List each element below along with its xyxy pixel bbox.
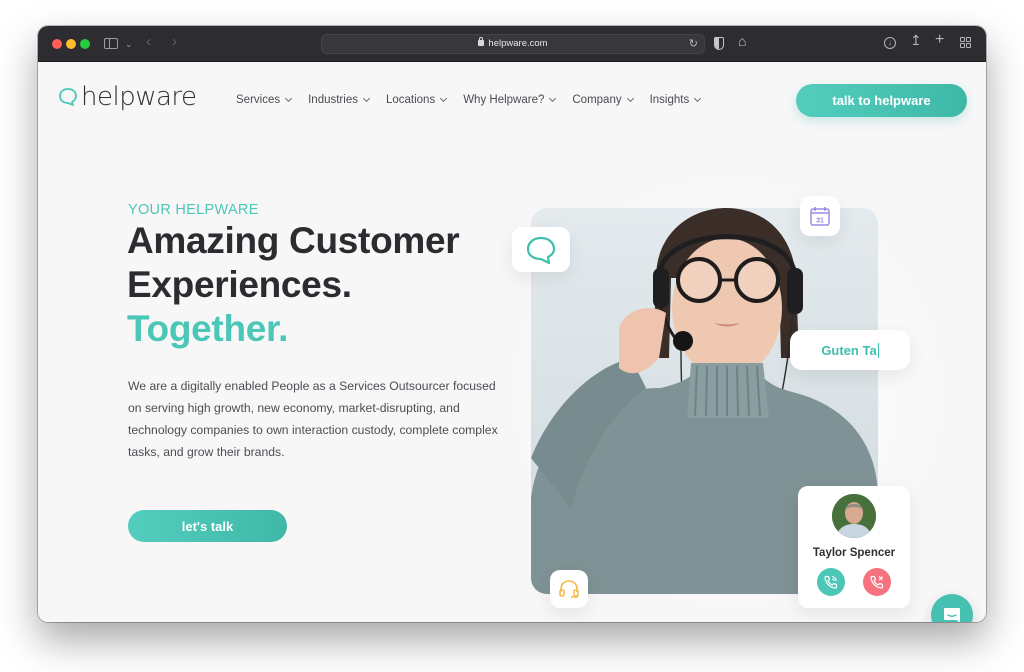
maximize-window-button[interactable] xyxy=(80,39,90,49)
nav-item-services[interactable]: Services xyxy=(236,94,293,106)
phone-ringing-icon xyxy=(824,575,838,589)
logo-text: helpware xyxy=(81,82,197,112)
headset-card xyxy=(550,570,588,608)
phone-decline-icon xyxy=(870,575,884,589)
share-icon[interactable]: ↥ xyxy=(910,33,922,47)
chevron-down-icon xyxy=(440,94,448,103)
new-tab-icon[interactable]: + xyxy=(935,32,944,48)
headset-mic xyxy=(673,331,693,351)
headset-ear-right xyxy=(787,268,803,314)
calendar-icon: 31 xyxy=(810,207,830,226)
talk-to-helpware-button[interactable]: talk to helpware xyxy=(796,84,967,117)
nav-label: Why Helpware? xyxy=(463,94,545,106)
nav-item-industries[interactable]: Industries xyxy=(308,94,371,106)
chevron-down-icon xyxy=(694,94,702,103)
hero-description: We are a digitally enabled People as a S… xyxy=(128,379,498,459)
caller-avatar xyxy=(832,494,876,538)
live-chat-button[interactable] xyxy=(931,594,973,622)
home-icon[interactable]: ⌂ xyxy=(738,34,746,48)
nav-label: Industries xyxy=(308,94,358,106)
url-text: helpware.com xyxy=(488,38,548,49)
calendar-day: 31 xyxy=(816,218,824,225)
hero-headline: Amazing Customer Experiences. Together. xyxy=(127,219,460,351)
chevron-down-icon xyxy=(362,94,371,103)
browser-titlebar: ⌄ ‹ › helpware.com ↻ ⌂ ↓ ↥ + xyxy=(38,26,986,62)
chevron-down-icon xyxy=(285,94,293,103)
caller-name: Taylor Spencer xyxy=(812,547,896,559)
incoming-call-card: Taylor Spencer xyxy=(798,486,910,608)
nav-label: Insights xyxy=(649,94,690,106)
back-icon[interactable]: ‹ xyxy=(146,34,151,49)
download-icon[interactable]: ↓ xyxy=(884,37,896,49)
address-bar[interactable]: helpware.com ↻ xyxy=(321,34,705,54)
chat-card xyxy=(512,227,570,272)
chat-bubble-icon xyxy=(526,236,556,264)
nav-item-company[interactable]: Company xyxy=(572,94,634,106)
browser-window: ⌄ ‹ › helpware.com ↻ ⌂ ↓ ↥ + helpware Se… xyxy=(38,26,986,622)
forward-icon[interactable]: › xyxy=(172,34,177,49)
chevron-down-icon xyxy=(549,94,557,103)
headline-line-1: Amazing Customer xyxy=(127,220,460,261)
glasses-right xyxy=(734,257,780,303)
page-content: helpware Services Industries Locations W… xyxy=(38,62,986,622)
reload-icon[interactable]: ↻ xyxy=(689,37,698,50)
chat-bubble-logo-icon xyxy=(59,88,77,106)
greeting-text: Guten Ta xyxy=(821,342,877,358)
headline-accent: Together. xyxy=(127,308,289,349)
lock-icon xyxy=(478,37,485,46)
nav-item-insights[interactable]: Insights xyxy=(649,94,702,106)
nav-label: Company xyxy=(572,94,622,106)
tab-overview-icon[interactable] xyxy=(960,37,971,48)
privacy-shield-icon[interactable] xyxy=(714,37,724,50)
headset-ear-left xyxy=(653,268,669,308)
nav-item-why-helpware[interactable]: Why Helpware? xyxy=(463,94,557,106)
chevron-down-icon[interactable]: ⌄ xyxy=(125,38,133,50)
glasses-left xyxy=(676,257,722,303)
main-nav: Services Industries Locations Why Helpwa… xyxy=(236,94,702,106)
headset-icon xyxy=(559,580,579,598)
nav-item-locations[interactable]: Locations xyxy=(385,94,448,106)
text-caret xyxy=(877,342,879,358)
decline-call-button[interactable] xyxy=(863,568,891,596)
nav-label: Services xyxy=(236,94,281,106)
close-window-button[interactable] xyxy=(52,39,62,49)
nav-label: Locations xyxy=(385,94,436,106)
chevron-down-icon xyxy=(626,94,634,103)
calendar-card: 31 xyxy=(800,196,840,236)
accept-call-button[interactable] xyxy=(817,568,845,596)
lets-talk-button[interactable]: let's talk xyxy=(128,510,287,542)
hand xyxy=(619,308,666,374)
sidebar-toggle-icon[interactable] xyxy=(104,38,118,49)
helpware-logo[interactable]: helpware xyxy=(58,84,197,110)
headline-line-2: Experiences. xyxy=(127,264,352,305)
chat-widget-icon xyxy=(944,608,960,622)
minimize-window-button[interactable] xyxy=(66,39,76,49)
hero-eyebrow: YOUR HELPWARE xyxy=(128,202,259,218)
greeting-typing-card: Guten Ta xyxy=(790,330,910,370)
